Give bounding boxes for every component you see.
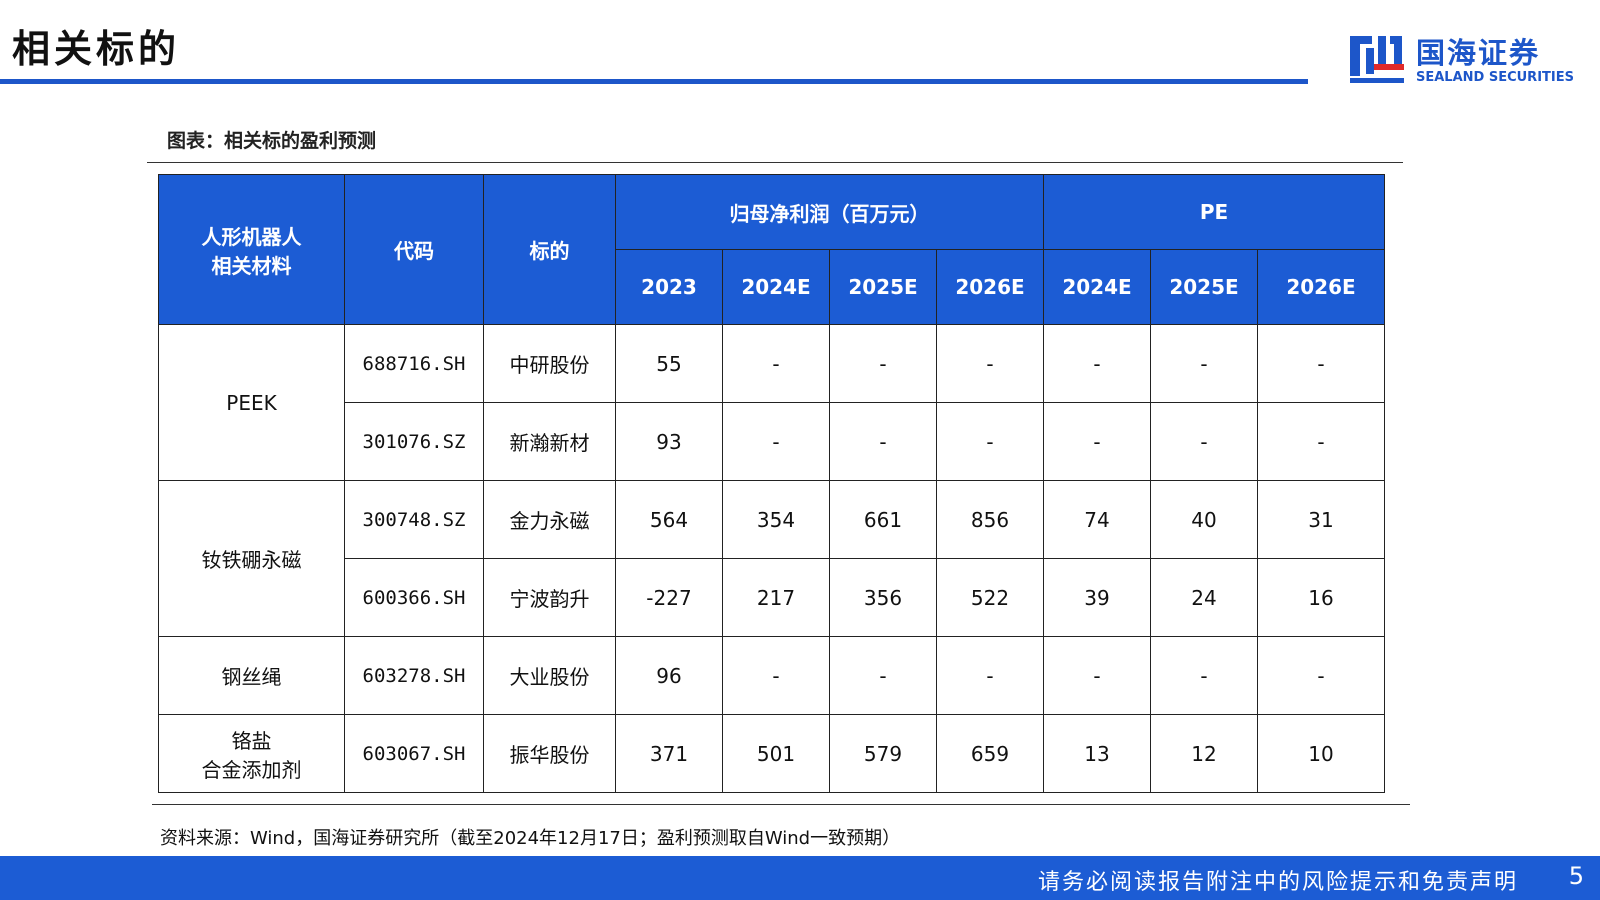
profit-cell: 217 [722,558,830,637]
category-cell: 钕铁硼永磁 [158,480,345,637]
header-category: 人形机器人 相关材料 [158,174,345,325]
pe-cell: 16 [1256,558,1386,637]
profit-cell: - [829,636,937,715]
pe-cell: 74 [1043,480,1151,559]
stock-code-cell: 301076.SZ [344,402,484,481]
pe-cell: - [1043,636,1151,715]
profit-cell: 55 [615,324,723,403]
profit-cell: -227 [615,558,723,637]
profit-cell: - [722,402,830,481]
footer-bar: 请务必阅读报告附注中的风险提示和免责声明 5 [0,856,1600,900]
caption-divider [147,162,1403,163]
pe-cell: - [1256,324,1386,403]
profit-cell: 354 [722,480,830,559]
profit-cell: 564 [615,480,723,559]
category-cell: PEEK [158,324,345,481]
table-row: PEEK 688716.SH 中研股份 55 - - - - - - [158,324,1386,481]
header-pe-group: PE [1042,174,1386,250]
sealand-logo-icon [1350,36,1404,83]
table-row: 铬盐 合金添加剂 603067.SH 振华股份 371 501 579 659 … [158,714,1386,793]
profit-cell: 501 [722,714,830,793]
profit-cell: 356 [829,558,937,637]
profit-cell: - [829,402,937,481]
stock-name-cell: 宁波韵升 [483,558,616,637]
header-name: 标的 [483,174,616,325]
pe-cell: 13 [1043,714,1151,793]
pe-cell: - [1256,402,1386,481]
page-title: 相关标的 [12,27,181,71]
stock-name-cell: 振华股份 [483,714,616,793]
stock-code-cell: 688716.SH [344,324,484,403]
pe-cell: - [1256,636,1386,715]
stock-code-cell: 603067.SH [344,714,484,793]
pe-cell: 39 [1043,558,1151,637]
profit-cell: 661 [829,480,937,559]
profit-cell: 371 [615,714,723,793]
profit-cell: 659 [936,714,1044,793]
company-logo: 国海证券 SEALAND SECURITIES [1348,28,1578,90]
pe-cell: 24 [1150,558,1258,637]
header-pe-year: 2026E [1256,249,1386,325]
category-cell: 铬盐 合金添加剂 [158,714,345,793]
stock-code-cell: 603278.SH [344,636,484,715]
pe-cell: 40 [1150,480,1258,559]
header-pe-year: 2024E [1043,249,1151,325]
profit-cell: - [936,402,1044,481]
pe-cell: - [1150,324,1258,403]
profit-cell: 579 [829,714,937,793]
profit-cell: - [829,324,937,403]
page-number: 5 [1568,862,1584,890]
pe-cell: 31 [1256,480,1386,559]
header-code: 代码 [344,174,484,325]
profit-cell: 522 [936,558,1044,637]
earnings-forecast-table: 人形机器人 相关材料 代码 标的 归母净利润（百万元） PE 2023 2024… [158,174,1386,793]
source-note: 资料来源：Wind，国海证券研究所（截至2024年12月17日；盈利预测取自Wi… [160,828,901,849]
stock-name-cell: 中研股份 [483,324,616,403]
profit-cell: - [722,636,830,715]
stock-name-cell: 大业股份 [483,636,616,715]
header-profit-year: 2024E [722,249,830,325]
profit-cell: - [936,324,1044,403]
header-net-profit-group: 归母净利润（百万元） [615,174,1044,250]
stock-name-cell: 新瀚新材 [483,402,616,481]
stock-name-cell: 金力永磁 [483,480,616,559]
header-pe-year: 2025E [1150,249,1258,325]
pe-cell: - [1150,402,1258,481]
profit-cell: - [936,636,1044,715]
pe-cell: - [1150,636,1258,715]
profit-cell: 96 [615,636,723,715]
profit-cell: 93 [615,402,723,481]
logo-chinese-name: 国海证券 [1416,36,1541,70]
stock-code-cell: 600366.SH [344,558,484,637]
profit-cell: 856 [936,480,1044,559]
header-profit-year: 2025E [829,249,937,325]
footer-disclaimer: 请务必阅读报告附注中的风险提示和免责声明 [1037,870,1518,895]
category-cell: 钢丝绳 [158,636,345,715]
pe-cell: - [1043,324,1151,403]
pe-cell: 12 [1150,714,1258,793]
figure-caption: 图表：相关标的盈利预测 [167,130,377,152]
profit-cell: - [722,324,830,403]
pe-cell: - [1043,402,1151,481]
stock-code-cell: 300748.SZ [344,480,484,559]
header-profit-year: 2026E [936,249,1044,325]
title-divider [0,79,1308,84]
table-row: 钢丝绳 603278.SH 大业股份 96 - - - - - - [158,636,1386,715]
table-bottom-divider [152,804,1410,805]
logo-english-name: SEALAND SECURITIES [1416,70,1574,85]
table-row: 钕铁硼永磁 300748.SZ 金力永磁 564 354 661 856 74 … [158,480,1386,637]
header-profit-year: 2023 [615,249,723,325]
pe-cell: 10 [1256,714,1386,793]
